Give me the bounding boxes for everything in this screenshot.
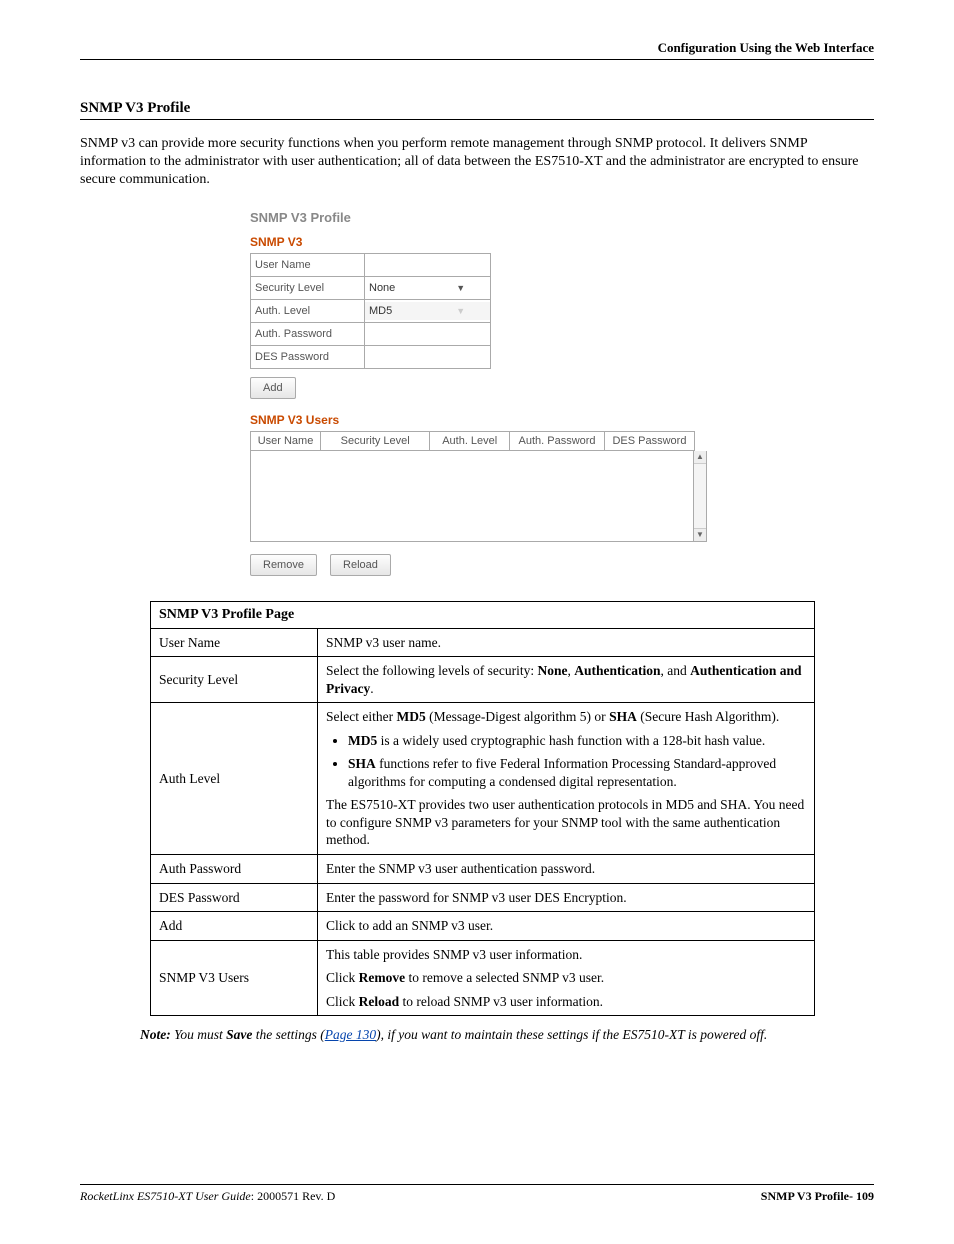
footer-left: RocketLinx ES7510-XT User Guide: 2000571… (80, 1189, 335, 1204)
panel-title: SNMP V3 Profile (250, 210, 874, 225)
auth-password-label: Auth. Password (251, 322, 365, 345)
remove-button[interactable]: Remove (250, 554, 317, 576)
page-title: SNMP V3 Profile (80, 100, 874, 117)
users-scrollbar[interactable]: ▲ ▼ (694, 451, 707, 542)
header-breadcrumb: Configuration Using the Web Interface (80, 40, 874, 59)
snmp-v3-heading: SNMP V3 (250, 235, 874, 249)
users-col-security: Security Level (321, 431, 430, 450)
reload-button[interactable]: Reload (330, 554, 391, 576)
snmp-v3-users-heading: SNMP V3 Users (250, 413, 874, 427)
ref-despass-desc: Enter the password for SNMP v3 user DES … (318, 883, 815, 912)
ref-username-label: User Name (151, 628, 318, 657)
auth-level-select: MD5 ▼ (365, 302, 490, 320)
add-button[interactable]: Add (250, 377, 296, 399)
security-level-label: Security Level (251, 276, 365, 299)
reference-table: SNMP V3 Profile Page User Name SNMP v3 u… (150, 601, 815, 1017)
chevron-down-icon: ▼ (428, 283, 491, 293)
users-col-authpass: Auth. Password (510, 431, 605, 450)
ref-users-label: SNMP V3 Users (151, 940, 318, 1016)
note-label: Note: (140, 1027, 171, 1042)
users-col-authlevel: Auth. Level (430, 431, 510, 450)
auth-level-value: MD5 (365, 302, 428, 320)
users-table-body[interactable] (250, 451, 694, 542)
ref-seclevel-label: Security Level (151, 657, 318, 703)
intro-paragraph: SNMP v3 can provide more security functi… (80, 135, 874, 190)
ref-authpass-label: Auth Password (151, 855, 318, 884)
ref-authlevel-desc: Select either MD5 (Message-Digest algori… (318, 703, 815, 855)
snmp-profile-panel: SNMP V3 Profile SNMP V3 User Name Securi… (250, 210, 874, 576)
user-name-input[interactable] (365, 256, 490, 274)
footer-right: SNMP V3 Profile- 109 (761, 1189, 874, 1204)
chevron-down-icon: ▼ (428, 306, 491, 316)
ref-add-label: Add (151, 912, 318, 941)
auth-level-label: Auth. Level (251, 299, 365, 322)
ref-despass-label: DES Password (151, 883, 318, 912)
scroll-down-icon[interactable]: ▼ (694, 528, 706, 541)
auth-password-input[interactable] (365, 325, 490, 343)
snmp-form: User Name Security Level None ▼ Auth. Le… (250, 253, 491, 369)
security-level-value: None (365, 282, 428, 294)
user-name-label: User Name (251, 253, 365, 276)
note-block: Note: You must Save the settings (Page 1… (140, 1026, 874, 1044)
security-level-select[interactable]: None ▼ (365, 279, 490, 297)
header-rule (80, 59, 874, 60)
des-password-input[interactable] (365, 348, 490, 366)
page-link[interactable]: Page 130 (325, 1027, 376, 1042)
page-footer: RocketLinx ES7510-XT User Guide: 2000571… (80, 1184, 874, 1204)
ref-authpass-desc: Enter the SNMP v3 user authentication pa… (318, 855, 815, 884)
title-rule (80, 119, 874, 120)
ref-seclevel-desc: Select the following levels of security:… (318, 657, 815, 703)
ref-username-desc: SNMP v3 user name. (318, 628, 815, 657)
ref-authlevel-label: Auth Level (151, 703, 318, 855)
scroll-up-icon[interactable]: ▲ (694, 451, 706, 464)
users-col-despass: DES Password (604, 431, 694, 450)
reference-table-title: SNMP V3 Profile Page (151, 601, 815, 628)
ref-add-desc: Click to add an SNMP v3 user. (318, 912, 815, 941)
users-table-header: User Name Security Level Auth. Level Aut… (250, 431, 695, 451)
ref-users-desc: This table provides SNMP v3 user informa… (318, 940, 815, 1016)
des-password-label: DES Password (251, 345, 365, 368)
users-col-username: User Name (251, 431, 321, 450)
